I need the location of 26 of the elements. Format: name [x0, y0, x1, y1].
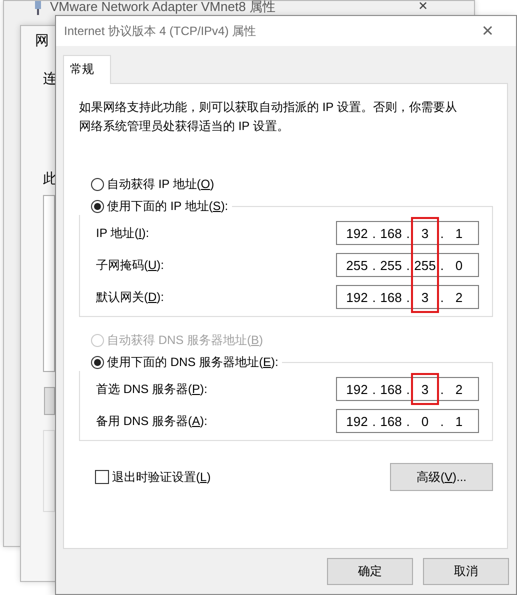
ip-address-field[interactable]: 192 . 168 . 3 . 1	[336, 221, 479, 245]
ip-address-field[interactable]: 192 . 168 . 3 . 2	[336, 377, 479, 401]
radio-button[interactable]: 使用下面的 DNS 服务器地址(E):	[91, 353, 278, 371]
description-text: 如果网络支持此功能，则可以获取自动指派的 IP 设置。否则，你需要从网络系统管理员处获得适当的 IP 设置。	[79, 99, 458, 135]
field-label: 默认网关(D):	[96, 288, 164, 306]
ip-address-field[interactable]: 192 . 168 . 0 . 1	[336, 409, 479, 433]
field-label: 子网掩码(U):	[96, 256, 164, 274]
field-label: IP 地址(I):	[96, 224, 150, 242]
window-title: VMware Network Adapter VMnet8 属性	[50, 0, 276, 14]
checkbox[interactable]: 退出时验证设置(L)	[95, 468, 211, 486]
network-adapter-icon	[33, 1, 43, 15]
ip-address-field[interactable]: 255 . 255 . 255 . 0	[336, 253, 479, 277]
window-title: Internet 协议版本 4 (TCP/IPv4) 属性	[64, 22, 256, 40]
field-label: 首选 DNS 服务器(P):	[96, 380, 208, 398]
radio-button[interactable]: 自动获得 IP 地址(O)	[91, 175, 493, 193]
dialog-button[interactable]: 确定	[327, 558, 413, 585]
label-text: 网	[35, 32, 49, 50]
button[interactable]	[44, 387, 55, 415]
dialog-button[interactable]: 取消	[423, 558, 509, 585]
radio-button[interactable]: 使用下面的 IP 地址(S):	[91, 197, 228, 215]
field-label: 备用 DNS 服务器(A):	[96, 412, 208, 430]
close-button[interactable]: ✕	[481, 22, 494, 40]
ip-address-field[interactable]: 192 . 168 . 3 . 2	[336, 285, 479, 309]
advanced-button[interactable]: 高级(V)...	[390, 463, 493, 491]
close-button[interactable]: ✕	[418, 0, 428, 13]
tab[interactable]: 常规	[63, 55, 111, 84]
